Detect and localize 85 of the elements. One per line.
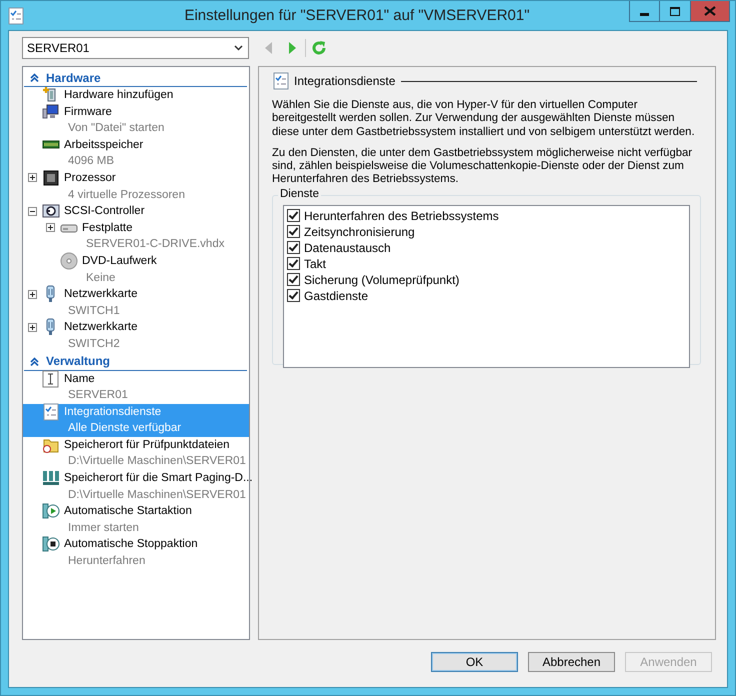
maximize-button[interactable] xyxy=(660,1,691,22)
tree-item[interactable]: Arbeitsspeicher 4096 MB xyxy=(23,136,249,170)
item-name: Automatische Startaktion xyxy=(64,504,192,520)
service-label: Datenaustausch xyxy=(304,240,391,255)
checkbox[interactable] xyxy=(287,273,300,286)
item-value: Keine xyxy=(85,270,116,286)
stop-icon xyxy=(42,535,60,554)
item-name: Automatische Stoppaktion xyxy=(64,537,198,552)
service-label: Takt xyxy=(304,256,326,271)
tree-item[interactable]: DVD-Laufwerk Keine xyxy=(41,252,249,286)
item-value: SWITCH2 xyxy=(67,336,121,352)
panel-heading: Integrationsdienste xyxy=(294,74,396,88)
expand-icon[interactable] xyxy=(28,322,37,332)
tree-item[interactable]: Prozessor 4 virtuelle Prozessoren xyxy=(23,170,249,204)
item-name: Netzwerkkarte xyxy=(64,287,138,302)
item-name: Arbeitsspeicher xyxy=(64,138,144,153)
item-value: Von "Datei" starten xyxy=(67,121,164,136)
dialog-button[interactable]: Abbrechen xyxy=(528,652,615,672)
description-text: Zu den Diensten, die unter dem Gastbetriebssystem möglicherweise nicht verfügbar sind, zählen beispielsweise die Volumeschattenkopie-Dienste oder der Dienst zum Herunterfahren des Betriebssystems. xyxy=(272,146,694,187)
item-value: D:\Virtuelle Maschinen\SERVER01 xyxy=(67,488,247,503)
text-cursor-icon xyxy=(42,370,60,388)
checklist-icon xyxy=(272,72,290,90)
item-name: DVD-Laufwerk xyxy=(82,254,157,269)
item-value: 4 virtuelle Prozessoren xyxy=(67,188,185,203)
expand-icon[interactable] xyxy=(46,223,55,232)
tree-item[interactable]: Hardware hinzufügen xyxy=(23,87,249,104)
memory-bank-icon xyxy=(42,469,60,488)
computer-icon xyxy=(42,102,60,121)
checkbox[interactable] xyxy=(287,289,300,302)
tree-item[interactable]: SCSI-Controller xyxy=(23,203,249,220)
collapse-chevron-icon[interactable] xyxy=(30,356,38,366)
window-title: Einstellungen für "SERVER01" auf "VMSERVER01" xyxy=(183,7,531,24)
tree-item[interactable]: Netzwerkkarte SWITCH2 xyxy=(23,319,249,352)
checklist-icon xyxy=(7,6,25,24)
item-name: Prozessor xyxy=(64,170,117,186)
group-label: Dienste xyxy=(278,188,321,200)
minimize-button[interactable] xyxy=(629,1,660,22)
checkbox[interactable] xyxy=(287,209,300,222)
item-value: SERVER01-C-DRIVE.vhdx xyxy=(85,237,224,252)
collapse-icon[interactable] xyxy=(28,206,37,216)
item-name: Festplatte xyxy=(82,220,134,236)
checkbox[interactable] xyxy=(287,257,300,270)
close-icon[interactable] xyxy=(704,6,716,16)
vm-dropdown[interactable]: SERVER01 xyxy=(22,37,249,59)
section-header[interactable]: Hardware xyxy=(44,70,101,84)
item-value: SERVER01 xyxy=(67,388,128,404)
item-name: Hardware hinzufügen xyxy=(64,88,174,103)
service-label: Sicherung (Volumeprüfpunkt) xyxy=(304,272,460,287)
controller-icon xyxy=(42,202,60,220)
item-name: Name xyxy=(64,372,96,386)
tree-item[interactable]: Firmware Von "Datei" starten xyxy=(23,104,249,137)
chip-icon xyxy=(42,168,60,187)
description-text: Wählen Sie die Dienste aus, die von Hyper-V für den virtuellen Computer bereitgestellt werden sollen. Zur Verwendung der ausgewählten Dienste müssen diese unter dem Gastbetriebssystem installiert und von selbigem unterstützt werden. xyxy=(272,99,696,139)
expand-icon[interactable] xyxy=(28,290,37,299)
tree-item[interactable]: Automatische Startaktion Immer starten xyxy=(23,503,249,536)
item-value: Alle Dienste verfügbar xyxy=(67,421,182,436)
section-header[interactable]: Verwaltung xyxy=(44,354,110,368)
item-name: Speicherort für Prüfpunktdateien xyxy=(64,438,231,453)
expand-icon[interactable] xyxy=(28,173,37,182)
close-button[interactable] xyxy=(691,1,730,22)
item-name: Firmware xyxy=(64,104,113,120)
service-label: Zeitsynchronisierung xyxy=(304,224,415,239)
service-label: Herunterfahren des Betriebssystems xyxy=(304,208,499,223)
tree-item[interactable]: Automatische Stoppaktion Herunterfahren xyxy=(23,536,249,570)
item-value: Immer starten xyxy=(67,520,140,536)
service-label: Gastdienste xyxy=(304,288,368,303)
collapse-chevron-icon[interactable] xyxy=(30,73,38,82)
item-value: Herunterfahren xyxy=(67,554,146,570)
item-value: 4096 MB xyxy=(67,154,116,170)
tree-item[interactable]: Speicherort für Prüfpunktdateien D:\Virtuelle Maschinen\SERVER01 xyxy=(23,436,249,470)
checklist-icon xyxy=(42,402,60,421)
caret-icon[interactable] xyxy=(234,45,243,51)
item-name: Netzwerkkarte xyxy=(64,320,138,336)
tree-item[interactable]: Name SERVER01 xyxy=(23,370,249,404)
play-icon xyxy=(42,502,60,520)
checkbox[interactable] xyxy=(287,225,300,238)
item-name: Integrationsdienste xyxy=(64,404,162,420)
tree-item[interactable]: Netzwerkkarte SWITCH1 xyxy=(23,286,249,320)
tree-item[interactable]: Festplatte SERVER01-C-DRIVE.vhdx xyxy=(41,220,249,253)
checkbox[interactable] xyxy=(287,241,300,254)
item-value: D:\Virtuelle Maschinen\SERVER01 xyxy=(67,454,246,470)
item-name: SCSI-Controller xyxy=(64,204,145,220)
dialog-button[interactable]: OK xyxy=(431,652,518,672)
disc-icon xyxy=(60,252,78,270)
item-value: SWITCH1 xyxy=(67,304,121,319)
